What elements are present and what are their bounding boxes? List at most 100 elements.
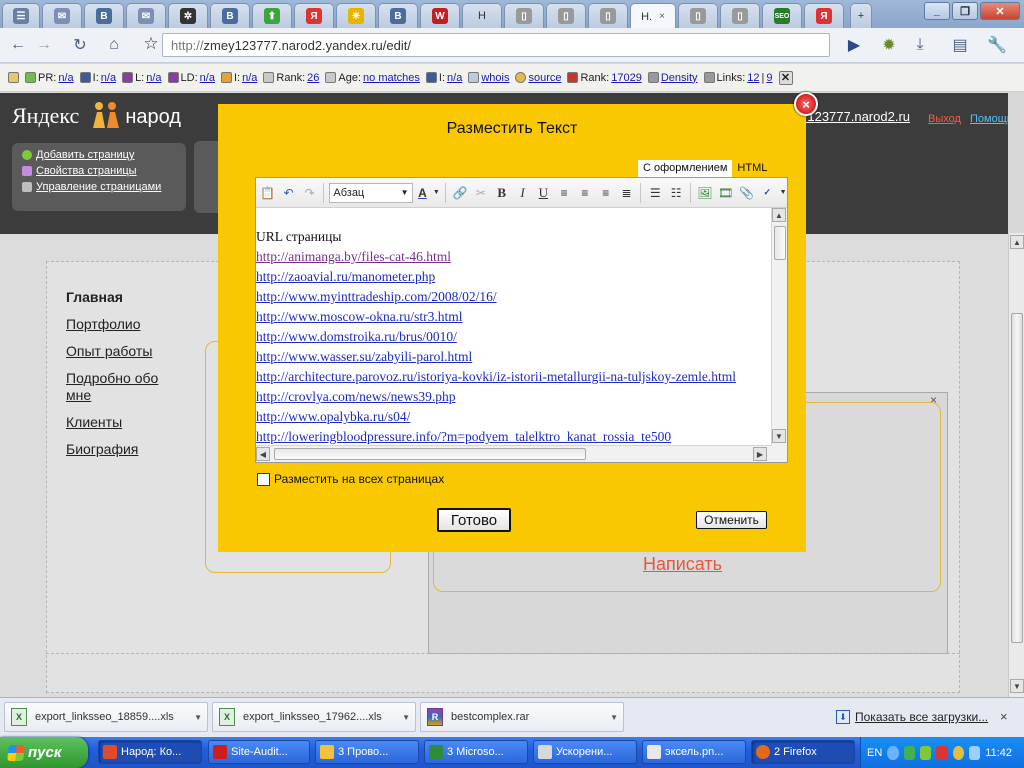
nav-item-biography[interactable]: Биография xyxy=(66,441,176,458)
taskbar-item[interactable]: 2 Firefox xyxy=(751,740,855,764)
i2-value-link[interactable]: n/a xyxy=(242,72,257,84)
link-icon[interactable]: 🔗 xyxy=(451,184,469,202)
back-button[interactable]: ← xyxy=(6,34,30,56)
page-scroll-thumb[interactable] xyxy=(1011,313,1023,643)
editor-content[interactable]: URL страницы http://animanga.by/files-ca… xyxy=(256,209,771,445)
show-all-downloads-link[interactable]: Показать все загрузки... xyxy=(855,710,988,724)
download-menu-icon[interactable]: ▼ xyxy=(194,713,202,722)
maximize-button[interactable]: ❐ xyxy=(952,2,978,20)
tray-app-icon[interactable] xyxy=(936,745,948,760)
undo-icon[interactable]: ↶ xyxy=(280,184,298,202)
links-value1-link[interactable]: 12 xyxy=(747,72,759,84)
volume-icon[interactable] xyxy=(968,745,981,760)
spellcheck-arrow-icon[interactable]: ▼ xyxy=(779,184,787,202)
density-link[interactable]: Density xyxy=(661,72,698,84)
write-link[interactable]: Написать xyxy=(643,554,722,575)
l-value-link[interactable]: n/a xyxy=(146,72,161,84)
content-link[interactable]: http://zaoavial.ru/manometer.php xyxy=(256,267,771,287)
browser-tab[interactable]: B xyxy=(84,3,124,28)
content-link[interactable]: http://loweringbloodpressure.info/?m=pod… xyxy=(256,427,771,445)
insert-video-icon[interactable]: 🎞 xyxy=(717,184,735,202)
language-indicator[interactable]: EN xyxy=(867,747,882,759)
browser-tab[interactable]: ✉ xyxy=(126,3,166,28)
taskbar-item[interactable]: эксель.pn... xyxy=(642,740,746,764)
editor-scroll-right-icon[interactable]: ▶ xyxy=(753,447,767,461)
pr-value-link[interactable]: n/a xyxy=(58,72,73,84)
paragraph-format-select[interactable]: Абзац ▼ xyxy=(329,182,413,203)
content-link[interactable]: http://www.myinttradeship.com/2008/02/16… xyxy=(256,287,771,307)
download-item[interactable]: Xexport_linksseo_17962....xls ▼ xyxy=(212,702,416,732)
ld-value-link[interactable]: n/a xyxy=(200,72,215,84)
editor-vscroll-thumb[interactable] xyxy=(774,226,786,260)
paste-icon[interactable]: 📋 xyxy=(259,184,277,202)
add-page-link[interactable]: Добавить страницу xyxy=(22,149,176,161)
italic-icon[interactable]: I xyxy=(514,184,532,202)
page-properties-link[interactable]: Свойства страницы xyxy=(22,165,176,177)
i3-value-link[interactable]: n/a xyxy=(447,72,462,84)
editor-hscroll-thumb[interactable] xyxy=(274,448,586,460)
tray-app-icon[interactable] xyxy=(952,745,964,760)
rank-value-link[interactable]: 26 xyxy=(307,72,319,84)
editor-scroll-up-icon[interactable]: ▲ xyxy=(772,208,786,222)
help-link[interactable]: Помощь xyxy=(970,113,1008,125)
exit-link[interactable]: Выход xyxy=(928,113,961,125)
start-button[interactable]: пуск xyxy=(0,737,88,768)
address-bar[interactable]: http://zmey123777.narod2.yandex.ru/edit/ xyxy=(162,33,830,57)
bold-icon[interactable]: B xyxy=(493,184,511,202)
download-item[interactable]: Rbestcomplex.rar ▼ xyxy=(420,702,624,732)
attach-icon[interactable]: 📎 xyxy=(738,184,756,202)
close-tab-icon[interactable]: × xyxy=(659,11,665,22)
taskbar-item[interactable]: Site-Audit... xyxy=(208,740,310,764)
content-link[interactable]: http://www.opalybka.ru/s04/ xyxy=(256,407,771,427)
nav-item-clients[interactable]: Клиенты xyxy=(66,414,176,431)
tab-html[interactable]: HTML xyxy=(732,160,773,177)
editor-scroll-left-icon[interactable]: ◀ xyxy=(256,447,270,461)
editor-scroll-down-icon[interactable]: ▼ xyxy=(772,429,786,443)
manage-pages-link[interactable]: Управление страницами xyxy=(22,181,176,193)
browser-tab[interactable]: Н. × xyxy=(630,3,676,29)
browser-tab[interactable]: ☰ xyxy=(2,3,40,28)
content-link[interactable]: http://architecture.parovoz.ru/istoriya-… xyxy=(256,367,771,387)
page-scrollbar[interactable]: ▲ ▼ xyxy=(1008,233,1024,697)
source-link[interactable]: source xyxy=(528,72,561,84)
align-justify-icon[interactable]: ≣ xyxy=(618,184,636,202)
go-icon[interactable]: ▶ xyxy=(842,34,866,56)
page-menu-icon[interactable]: ▤ xyxy=(948,34,972,56)
unlink-icon[interactable]: ✂ xyxy=(472,184,490,202)
underline-icon[interactable]: U xyxy=(534,184,552,202)
show-all-downloads[interactable]: ⬇ Показать все загрузки... xyxy=(836,710,988,724)
editor-horizontal-scrollbar[interactable]: ◀ ▶ xyxy=(256,445,771,462)
forward-button[interactable]: → xyxy=(32,34,56,56)
bookmark-star-icon[interactable]: ☆ xyxy=(139,33,163,55)
taskbar-item[interactable]: 3 Microso... xyxy=(424,740,528,764)
browser-tab[interactable]: B xyxy=(210,3,250,28)
scroll-down-icon[interactable]: ▼ xyxy=(1010,679,1024,693)
nav-item-about[interactable]: Подробно обо мне xyxy=(66,370,176,404)
place-all-checkbox[interactable] xyxy=(257,473,270,486)
browser-tab[interactable]: ▯ xyxy=(720,3,760,28)
dialog-close-icon[interactable]: × xyxy=(794,92,818,116)
browser-tab[interactable]: ☀ xyxy=(336,3,376,28)
i-value-link[interactable]: n/a xyxy=(101,72,116,84)
cancel-button[interactable]: Отменить xyxy=(696,511,767,529)
browser-tab[interactable]: B xyxy=(378,3,418,28)
age-value-link[interactable]: no matches xyxy=(363,72,420,84)
content-link[interactable]: http://www.moscow-okna.ru/str3.html xyxy=(256,307,771,327)
wrench-menu-icon[interactable]: 🔧 xyxy=(985,34,1009,56)
seo-settings-icon[interactable] xyxy=(8,72,19,83)
browser-tab[interactable]: ⬆ xyxy=(252,3,292,28)
text-color-icon[interactable]: A xyxy=(416,184,430,202)
reload-button[interactable]: ↻ xyxy=(68,34,92,56)
download-item[interactable]: Xexport_linksseo_18859....xls ▼ xyxy=(4,702,208,732)
tray-app-icon[interactable] xyxy=(903,745,915,760)
taskbar-item[interactable]: 3 Прово... xyxy=(315,740,419,764)
close-window-button[interactable]: ✕ xyxy=(980,2,1020,20)
content-link[interactable]: http://www.wasser.su/zabyili-parol.html xyxy=(256,347,771,367)
download-menu-icon[interactable]: ▼ xyxy=(610,713,618,722)
taskbar-item[interactable]: Ускорени... xyxy=(533,740,637,764)
downloads-close-icon[interactable]: × xyxy=(1000,709,1008,724)
links-value2-link[interactable]: 9 xyxy=(766,72,772,84)
browser-tab[interactable]: ▯ xyxy=(588,3,628,28)
tab-visual[interactable]: С оформлением xyxy=(638,160,733,177)
content-link[interactable]: http://animanga.by/files-cat-46.html xyxy=(256,247,771,267)
